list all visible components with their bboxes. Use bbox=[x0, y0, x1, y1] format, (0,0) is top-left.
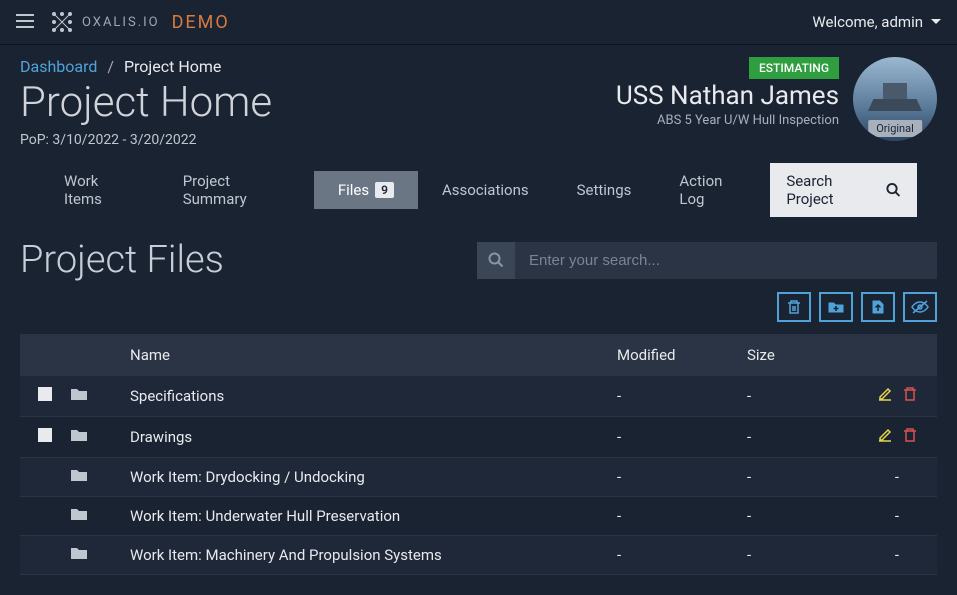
avatar-label: Original bbox=[868, 120, 922, 137]
tab-settings[interactable]: Settings bbox=[553, 171, 656, 209]
breadcrumb-dashboard[interactable]: Dashboard bbox=[20, 57, 97, 76]
search-input[interactable] bbox=[515, 242, 937, 279]
folder-icon bbox=[70, 468, 120, 486]
add-folder-button[interactable] bbox=[819, 292, 853, 322]
table-header: Name Modified Size bbox=[20, 334, 937, 376]
col-size-header[interactable]: Size bbox=[747, 346, 857, 364]
add-folder-icon bbox=[827, 300, 845, 314]
content: Project Files Name Modified Size Specifi… bbox=[0, 218, 957, 595]
file-toolbar bbox=[20, 292, 937, 322]
row-checkbox[interactable] bbox=[38, 428, 52, 442]
status-badge: ESTIMATING bbox=[749, 57, 839, 79]
delete-button[interactable] bbox=[777, 292, 811, 322]
folder-icon bbox=[70, 387, 120, 405]
user-menu[interactable]: Welcome, admin bbox=[812, 13, 941, 31]
search-icon bbox=[886, 182, 901, 198]
folder-icon bbox=[70, 507, 120, 525]
tab-project-summary[interactable]: Project Summary bbox=[159, 162, 314, 218]
trash-icon bbox=[786, 299, 802, 315]
project-avatar[interactable]: Original bbox=[853, 57, 937, 141]
breadcrumb-separator: / bbox=[107, 57, 114, 76]
table-row[interactable]: Work Item: Machinery And Propulsion Syst… bbox=[20, 536, 937, 575]
header-section: Dashboard / Project Home Project Home Po… bbox=[0, 45, 957, 218]
col-name-header[interactable]: Name bbox=[120, 346, 617, 364]
brand-text: OXALIS.IO bbox=[82, 15, 160, 30]
file-size: - bbox=[747, 428, 857, 446]
file-name: Work Item: Drydocking / Undocking bbox=[120, 468, 617, 486]
file-name: Drawings bbox=[120, 428, 617, 446]
chevron-down-icon bbox=[931, 19, 941, 25]
project-name: USS Nathan James bbox=[616, 81, 839, 111]
file-size: - bbox=[747, 468, 857, 486]
row-checkbox[interactable] bbox=[38, 387, 52, 401]
tab-files-count: 9 bbox=[375, 182, 394, 198]
menu-icon[interactable] bbox=[16, 13, 34, 32]
table-row[interactable]: Drawings-- bbox=[20, 417, 937, 458]
eye-slash-icon bbox=[910, 300, 930, 314]
file-size: - bbox=[747, 546, 857, 564]
row-delete-button[interactable] bbox=[903, 386, 917, 406]
file-modified: - bbox=[617, 387, 747, 405]
tab-files[interactable]: Files9 bbox=[314, 171, 418, 209]
logo-icon bbox=[50, 10, 74, 34]
file-modified: - bbox=[617, 468, 747, 486]
file-size: - bbox=[747, 507, 857, 525]
file-size: - bbox=[747, 387, 857, 405]
upload-file-icon bbox=[871, 299, 885, 315]
welcome-text: Welcome, admin bbox=[812, 13, 923, 31]
file-modified: - bbox=[617, 507, 747, 525]
search-button[interactable] bbox=[477, 242, 515, 279]
search-icon bbox=[488, 252, 504, 268]
table-row[interactable]: Specifications-- bbox=[20, 376, 937, 417]
project-subtitle: ABS 5 Year U/W Hull Inspection bbox=[616, 113, 839, 128]
file-name: Work Item: Underwater Hull Preservation bbox=[120, 507, 617, 525]
section-title: Project Files bbox=[20, 238, 224, 282]
row-delete-button[interactable] bbox=[903, 427, 917, 447]
tab-action-log[interactable]: Action Log bbox=[655, 162, 770, 218]
hide-button[interactable] bbox=[903, 292, 937, 322]
file-name: Specifications bbox=[120, 387, 617, 405]
project-info: ESTIMATING USS Nathan James ABS 5 Year U… bbox=[616, 57, 937, 141]
demo-label: DEMO bbox=[172, 12, 230, 33]
folder-icon bbox=[70, 428, 120, 446]
tab-associations[interactable]: Associations bbox=[418, 171, 553, 209]
file-name: Work Item: Machinery And Propulsion Syst… bbox=[120, 546, 617, 564]
table-row[interactable]: Work Item: Drydocking / Undocking--- bbox=[20, 458, 937, 497]
tab-work-items[interactable]: Work Items bbox=[40, 162, 159, 218]
tabs: Work Items Project Summary Files9 Associ… bbox=[20, 162, 937, 218]
files-table: Name Modified Size Specifications--Drawi… bbox=[20, 334, 937, 575]
col-modified-header[interactable]: Modified bbox=[617, 346, 747, 364]
folder-icon bbox=[70, 546, 120, 564]
search-project-button[interactable]: Search Project bbox=[770, 163, 917, 217]
breadcrumb-current: Project Home bbox=[124, 57, 221, 76]
upload-button[interactable] bbox=[861, 292, 895, 322]
logo[interactable]: OXALIS.IO DEMO bbox=[50, 10, 230, 34]
table-row[interactable]: Work Item: Underwater Hull Preservation-… bbox=[20, 497, 937, 536]
file-modified: - bbox=[617, 428, 747, 446]
edit-button[interactable] bbox=[877, 427, 893, 447]
file-modified: - bbox=[617, 546, 747, 564]
top-bar: OXALIS.IO DEMO Welcome, admin bbox=[0, 0, 957, 45]
search-box bbox=[477, 242, 937, 279]
edit-button[interactable] bbox=[877, 386, 893, 406]
